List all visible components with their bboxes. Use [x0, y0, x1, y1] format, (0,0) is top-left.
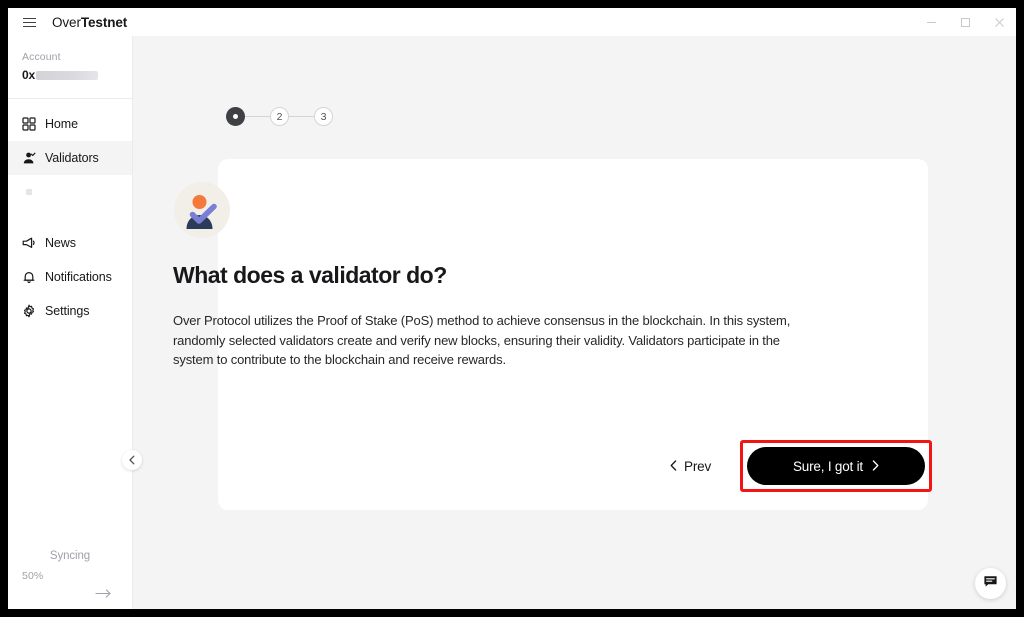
stepper-step-2-label: 2 [276, 110, 283, 123]
sidebar-item-label-settings: Settings [45, 304, 90, 318]
stepper-step-3-label: 3 [320, 110, 327, 123]
cta-button-label: Sure, I got it [793, 458, 863, 474]
cta-highlight-annotation: Sure, I got it [740, 440, 932, 492]
megaphone-icon [21, 236, 36, 251]
sidebar: Account 0x Home Validators News Notifica… [8, 36, 142, 609]
card-description: Over Protocol utilizes the Proof of Stak… [173, 313, 791, 367]
prev-button[interactable]: Prev [652, 447, 729, 485]
sidebar-item-label-news: News [45, 236, 76, 250]
stepper-connector-2 [289, 116, 314, 117]
sidebar-divider-gap [8, 209, 132, 226]
application-window: OverTestnet Account 0x Home Validators N… [8, 8, 1016, 609]
title-bar: OverTestnet [8, 8, 1016, 36]
sure-i-got-it-button[interactable]: Sure, I got it [747, 447, 925, 485]
stepper-step-2[interactable]: 2 [270, 107, 289, 126]
sidebar-collapse-button[interactable] [122, 450, 142, 470]
main-content: 2 3 What does a validator do? Over Proto… [133, 36, 1016, 609]
arrow-right-icon[interactable] [22, 588, 118, 599]
stepper-step-1-dot [233, 114, 238, 119]
window-body: Account 0x Home Validators News Notifica… [8, 36, 1016, 609]
prev-button-label: Prev [684, 458, 711, 474]
window-controls [914, 8, 1016, 36]
account-address[interactable]: 0x [22, 68, 118, 82]
app-title-regular: Over [52, 14, 81, 30]
footer-actions: Prev Sure, I got it [652, 440, 932, 492]
grid-icon [21, 117, 36, 132]
chat-support-button[interactable] [975, 568, 1006, 599]
stepper-connector-1 [245, 116, 270, 117]
gear-icon [21, 304, 36, 319]
stepper-step-3[interactable]: 3 [314, 107, 333, 126]
sidebar-item-settings[interactable]: Settings [8, 294, 132, 328]
sidebar-item-label-validators: Validators [45, 151, 99, 165]
sync-status-label: Syncing [49, 550, 91, 562]
chevron-left-icon [129, 455, 135, 465]
hamburger-menu-icon[interactable] [18, 11, 40, 33]
page-title: What does a validator do? [173, 262, 447, 288]
stepper-step-1[interactable] [226, 107, 245, 126]
minimize-button[interactable] [914, 8, 948, 36]
sidebar-nav: Home Validators News Notifications Setti… [8, 99, 132, 328]
account-block: Account 0x [8, 36, 132, 99]
sidebar-item-validators[interactable]: Validators [8, 141, 132, 175]
sync-percent-label: 50% [22, 570, 44, 582]
chat-bubble-icon [983, 574, 998, 594]
account-address-masked-bar [35, 70, 98, 80]
validator-avatar-illustration [174, 182, 230, 238]
maximize-button[interactable] [948, 8, 982, 36]
account-label: Account [22, 51, 61, 63]
chevron-right-icon [872, 459, 879, 474]
desktop-backdrop: OverTestnet Account 0x Home Validators N… [0, 0, 1024, 617]
sidebar-item-label-notifications: Notifications [45, 270, 112, 284]
sidebar-item-news[interactable]: News [8, 226, 132, 260]
validator-person-icon [21, 151, 36, 166]
app-title-bold: Testnet [80, 14, 128, 30]
sync-status-block: Syncing 50% [8, 550, 132, 609]
sidebar-item-placeholder [8, 175, 132, 209]
close-button[interactable] [982, 8, 1016, 36]
account-address-prefix: 0x [22, 68, 35, 82]
onboarding-stepper: 2 3 [226, 107, 333, 126]
sidebar-item-home[interactable]: Home [8, 107, 132, 141]
sidebar-item-label-home: Home [45, 117, 78, 131]
app-title: OverTestnet [52, 15, 127, 30]
bell-icon [21, 270, 36, 285]
chevron-left-icon [670, 459, 677, 474]
sidebar-item-notifications[interactable]: Notifications [8, 260, 132, 294]
placeholder-icon [26, 189, 32, 195]
